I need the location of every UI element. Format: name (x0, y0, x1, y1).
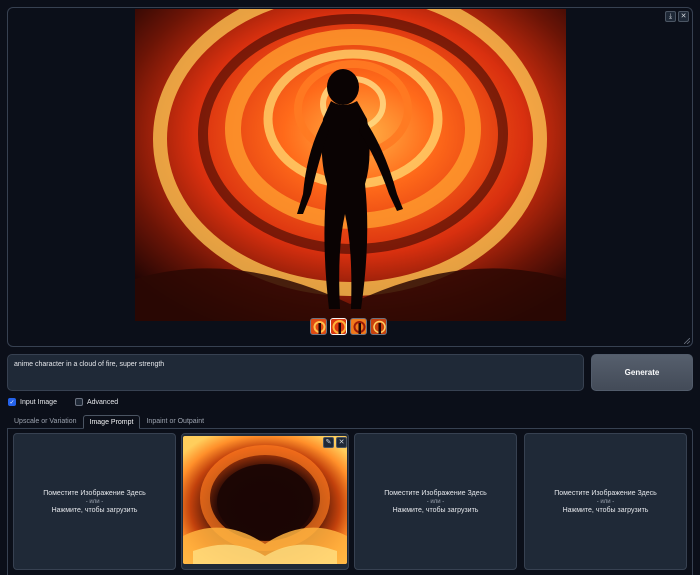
fire-ring-illustration (183, 436, 347, 564)
uploaded-image[interactable] (183, 436, 347, 564)
uploaded-image-tools: ✎ ✕ (323, 437, 347, 448)
input-image-checkbox[interactable]: ✓ Input Image (8, 398, 57, 406)
output-gallery: ⤓ ✕ (7, 7, 693, 347)
thumbnail[interactable] (310, 318, 327, 335)
download-icon[interactable]: ⤓ (665, 11, 676, 22)
advanced-checkbox[interactable]: Advanced (74, 398, 119, 406)
or-text: - или - (85, 498, 104, 505)
tab-upscale-or-variation[interactable]: Upscale or Variation (8, 415, 83, 429)
gallery-toolbar: ⤓ ✕ (665, 11, 689, 22)
image-upload-slot-3[interactable]: Поместите Изображение Здесь - или - Нажм… (354, 433, 517, 570)
image-upload-slot-4[interactable]: Поместите Изображение Здесь - или - Нажм… (524, 433, 687, 570)
generate-button[interactable]: Generate (591, 354, 693, 391)
checkbox-checked-icon[interactable]: ✓ (8, 398, 16, 406)
input-tabs: Upscale or Variation Image Prompt Inpain… (8, 415, 210, 429)
click-to-upload-text: Нажмите, чтобы загрузить (562, 506, 649, 514)
resize-grip-icon[interactable] (684, 338, 690, 344)
prompt-input[interactable]: anime character in a cloud of fire, supe… (7, 354, 584, 391)
close-icon[interactable]: ✕ (336, 437, 347, 448)
drop-text: Поместите Изображение Здесь (384, 489, 487, 497)
drop-text: Поместите Изображение Здесь (554, 489, 657, 497)
checkbox-unchecked-icon[interactable] (74, 398, 83, 406)
generated-image[interactable] (135, 9, 566, 321)
tab-inpaint-or-outpaint[interactable]: Inpaint or Outpaint (140, 415, 210, 429)
options-row: ✓ Input Image Advanced (8, 398, 118, 406)
drop-text: Поместите Изображение Здесь (43, 489, 146, 497)
thumbnail-selected[interactable] (330, 318, 347, 335)
edit-icon[interactable]: ✎ (323, 437, 334, 448)
click-to-upload-text: Нажмите, чтобы загрузить (392, 506, 479, 514)
or-text: - или - (426, 498, 445, 505)
close-icon[interactable]: ✕ (678, 11, 689, 22)
gallery-thumbnails (310, 318, 387, 335)
or-text: - или - (596, 498, 615, 505)
click-to-upload-text: Нажмите, чтобы загрузить (51, 506, 138, 514)
advanced-label: Advanced (86, 398, 119, 406)
thumbnail[interactable] (350, 318, 367, 335)
input-image-label: Input Image (20, 398, 57, 406)
tab-image-prompt[interactable]: Image Prompt (82, 415, 141, 429)
image-upload-slot-1[interactable]: Поместите Изображение Здесь - или - Нажм… (13, 433, 176, 570)
fire-swirl-illustration (135, 9, 566, 321)
thumbnail[interactable] (370, 318, 387, 335)
